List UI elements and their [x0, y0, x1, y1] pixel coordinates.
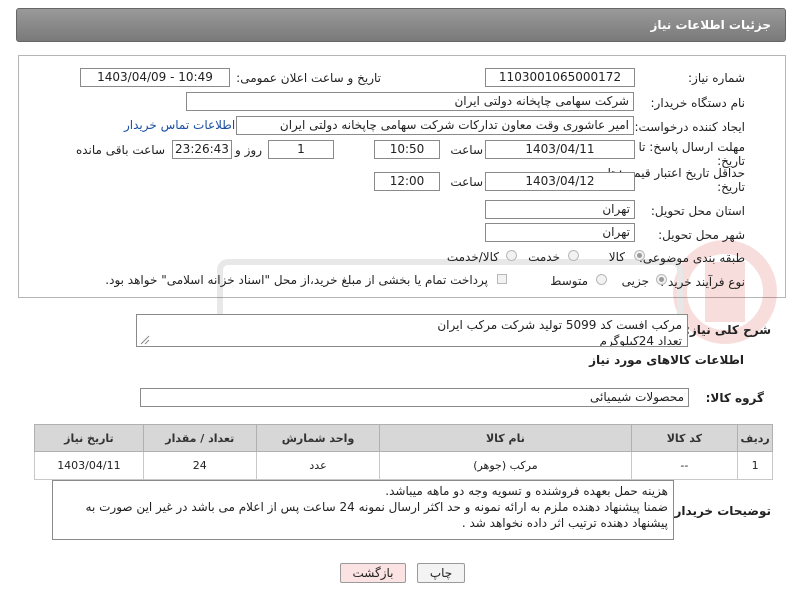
summary-line-2: تعداد 24کیلوگرم: [599, 334, 682, 347]
goods-table-header: ردیف کد کالا نام کالا واحد شمارش تعداد /…: [34, 424, 773, 452]
cell-row: 1: [737, 451, 773, 480]
page-header: جزئیات اطلاعات نیاز: [16, 8, 786, 42]
col-row: ردیف: [737, 424, 773, 452]
reply-time-field: 10:50: [374, 140, 440, 159]
goods-group-label: گروه کالا:: [705, 391, 764, 405]
cell-unit: عدد: [255, 451, 381, 480]
price-time-field: 12:00: [374, 172, 440, 191]
city-field: تهران: [485, 223, 635, 242]
col-code: کد کالا: [630, 424, 739, 452]
province-field: تهران: [485, 200, 635, 219]
cell-name: مرکب (جوهر): [379, 451, 632, 480]
page-title: جزئیات اطلاعات نیاز: [650, 18, 771, 32]
need-number-field: 1103001065000172: [485, 68, 635, 87]
resize-grip-icon[interactable]: [140, 335, 150, 345]
summary-line-1: مرکب افست کد 5099 تولید شرکت مرکب ایران: [437, 318, 682, 332]
cell-qty: 24: [142, 451, 257, 480]
col-qty: تعداد / مقدار: [142, 424, 257, 452]
price-time-label: ساعت: [450, 175, 483, 189]
city-label: شهر محل تحویل:: [658, 228, 745, 242]
goods-table: ردیف کد کالا نام کالا واحد شمارش تعداد /…: [34, 424, 773, 480]
buyer-notes-textarea: هزینه حمل بعهده فروشنده و تسویه وجه دو م…: [52, 480, 674, 540]
buyer-notes-line-2: ضمنا پیشنهاد دهنده ملزم به ارائه نمونه و…: [85, 500, 668, 514]
buyer-org-label: نام دستگاه خریدار:: [650, 96, 746, 110]
category-radio-goods[interactable]: [634, 250, 645, 261]
process-radio-minor[interactable]: [656, 274, 667, 285]
category-option-goods: کالا: [608, 250, 625, 264]
creator-label: ایجاد کننده درخواست:: [634, 120, 745, 134]
reply-date-field: 1403/04/11: [485, 140, 635, 159]
announce-label: تاریخ و ساعت اعلان عمومی:: [236, 71, 381, 85]
buyer-org-field: شرکت سهامی چاپخانه دولتی ایران: [186, 92, 634, 111]
goods-group-field: محصولات شیمیائی: [140, 388, 689, 407]
process-label: نوع فرآیند خرید :: [660, 275, 745, 289]
col-name: نام کالا: [379, 424, 632, 452]
buyer-contact-link[interactable]: اطلاعات تماس خریدار: [124, 118, 235, 132]
goods-section-title: اطلاعات کالاهای مورد نیاز: [589, 353, 744, 367]
reply-deadline-label: مهلت ارسال پاسخ: تا: [638, 140, 745, 154]
days-label: روز و: [235, 143, 262, 157]
buyer-notes-line-3: پیشنهاد دهنده ترتیب اثر داده نخواهد شد .: [461, 516, 668, 530]
province-label: استان محل تحویل:: [650, 204, 745, 218]
table-row: 1 -- مرکب (جوهر) عدد 24 1403/04/11: [34, 451, 773, 480]
remaining-time-label: ساعت باقی مانده: [75, 143, 165, 157]
cell-date: 1403/04/11: [34, 451, 144, 480]
process-option-medium: متوسط: [550, 274, 588, 288]
payment-treasury-checkbox[interactable]: [497, 274, 507, 284]
price-deadline-label-2: تاریخ:: [717, 180, 745, 194]
cell-code: --: [630, 451, 739, 480]
days-field: 1: [268, 140, 334, 159]
back-button[interactable]: بازگشت: [340, 563, 406, 583]
announce-field: 1403/04/09 - 10:49: [80, 68, 230, 87]
category-radio-service[interactable]: [568, 250, 579, 261]
col-date: تاریخ نیاز: [34, 424, 144, 452]
category-option-service: خدمت: [528, 250, 560, 264]
payment-note: پرداخت تمام یا بخشی از مبلغ خرید،از محل …: [105, 273, 488, 287]
need-number-label: شماره نیاز:: [688, 71, 745, 85]
price-date-field: 1403/04/12: [485, 172, 635, 191]
print-button[interactable]: چاپ: [417, 563, 465, 583]
buyer-notes-label: توضیحات خریدار:: [669, 504, 771, 518]
category-label: طبقه بندی موضوعی:: [638, 251, 745, 265]
remaining-time-field: 23:26:43: [172, 140, 232, 159]
reply-time-label: ساعت: [450, 143, 483, 157]
creator-field: امیر عاشوری وقت معاون تدارکات شرکت سهامی…: [236, 116, 634, 135]
category-radio-goods-service[interactable]: [506, 250, 517, 261]
process-radio-medium[interactable]: [596, 274, 607, 285]
summary-label: شرح کلی نیاز:: [685, 323, 771, 337]
buyer-notes-line-1: هزینه حمل بعهده فروشنده و تسویه وجه دو م…: [385, 484, 668, 498]
category-option-goods-service: کالا/خدمت: [446, 250, 499, 264]
process-option-minor: جزیی: [621, 274, 649, 288]
col-unit: واحد شمارش: [255, 424, 381, 452]
summary-textarea: مرکب افست کد 5099 تولید شرکت مرکب ایران …: [136, 314, 688, 347]
